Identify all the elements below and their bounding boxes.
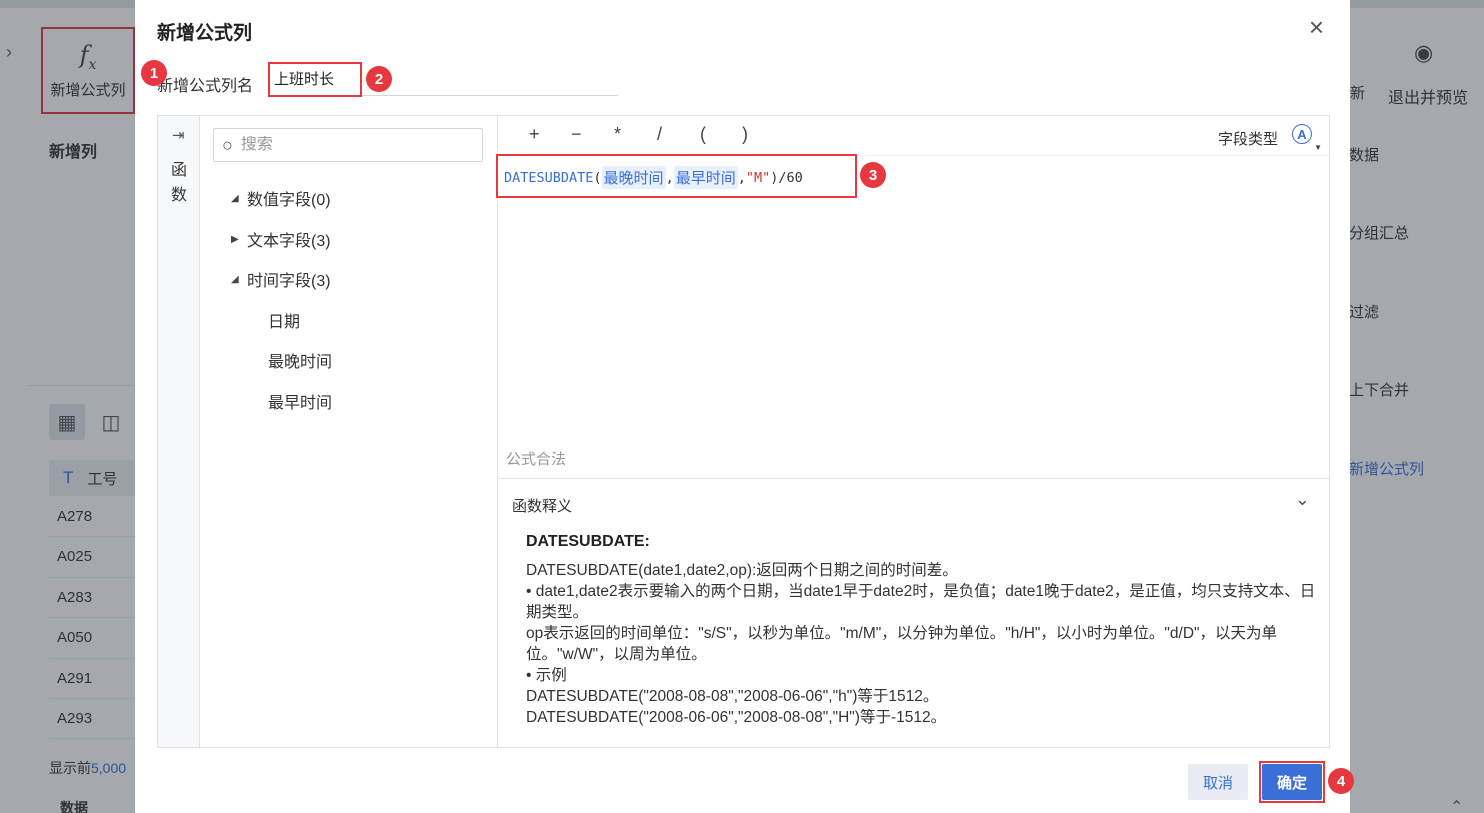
open-paren-button[interactable]: ( bbox=[700, 124, 706, 145]
function-description-title: 函数释义 bbox=[512, 498, 573, 515]
description-line: • 示例 bbox=[526, 667, 567, 684]
tree-node-time-fields[interactable]: ◢ 时间字段(3) bbox=[231, 267, 331, 291]
annotation-badge-1: 1 bbox=[141, 60, 167, 86]
annotation-badge-3: 3 bbox=[860, 162, 886, 188]
field-search-input[interactable] bbox=[240, 136, 461, 154]
formula-tail: /60 bbox=[778, 169, 803, 186]
close-icon[interactable]: × bbox=[1309, 14, 1324, 40]
tree-node-label: 文本字段(3) bbox=[247, 233, 331, 250]
caret-down-icon: ◢ bbox=[231, 192, 239, 204]
caret-down-icon: ◢ bbox=[231, 273, 239, 285]
tree-node-number-fields[interactable]: ◢ 数值字段(0) bbox=[231, 186, 331, 210]
annotation-badge-2: 2 bbox=[366, 66, 392, 92]
add-formula-column-dialog: 新增公式列 × 新增公式列名 ⇥ 函数 ○ ◢ 数值字段(0) ▶ 文本字段(3… bbox=[135, 0, 1350, 813]
formula-field-chip[interactable]: 最早时间 bbox=[673, 166, 738, 189]
field-type-icon[interactable]: A bbox=[1292, 124, 1312, 144]
search-icon: ○ bbox=[222, 134, 233, 155]
caret-down-icon[interactable]: ▼ bbox=[1314, 143, 1322, 152]
formula-field-chip[interactable]: 最晚时间 bbox=[601, 166, 666, 189]
column-name-input[interactable] bbox=[270, 62, 618, 96]
tree-node-text-fields[interactable]: ▶ 文本字段(3) bbox=[231, 227, 331, 251]
expand-arrow-icon[interactable]: ⇥ bbox=[172, 126, 185, 144]
chevron-down-icon[interactable]: ⌄ bbox=[1295, 489, 1310, 510]
operator-bar: + − * / ( ) 字段类型 A ▼ bbox=[498, 116, 1330, 156]
divide-operator-button[interactable]: / bbox=[657, 124, 662, 145]
multiply-operator-button[interactable]: * bbox=[614, 124, 621, 145]
close-paren-button[interactable]: ) bbox=[742, 124, 748, 145]
function-description-body: DATESUBDATE(date1,date2,op):返回两个日期之间的时间差… bbox=[526, 560, 1316, 728]
field-list-pane: ○ ◢ 数值字段(0) ▶ 文本字段(3) ◢ 时间字段(3) 日期 最晚时间 … bbox=[201, 116, 498, 747]
formula-open-paren: ( bbox=[593, 169, 602, 186]
formula-close-paren: ) bbox=[770, 169, 779, 186]
tree-node-label: 数值字段(0) bbox=[247, 192, 331, 209]
cancel-button[interactable]: 取消 bbox=[1188, 764, 1248, 800]
formula-panel: ⇥ 函数 ○ ◢ 数值字段(0) ▶ 文本字段(3) ◢ 时间字段(3) 日期 … bbox=[157, 115, 1330, 748]
field-item-latest-time[interactable]: 最晚时间 bbox=[268, 348, 332, 372]
field-item-date[interactable]: 日期 bbox=[268, 308, 300, 332]
annotation-badge-4: 4 bbox=[1328, 768, 1354, 794]
field-search-box[interactable]: ○ bbox=[213, 128, 483, 162]
plus-operator-button[interactable]: + bbox=[529, 124, 540, 145]
field-item-earliest-time[interactable]: 最早时间 bbox=[268, 389, 332, 413]
dialog-title: 新增公式列 bbox=[157, 23, 253, 44]
caret-right-icon: ▶ bbox=[231, 233, 239, 245]
tree-node-label: 时间字段(3) bbox=[247, 273, 331, 290]
formula-status: 公式合法 bbox=[506, 451, 567, 468]
formula-function: DATESUBDATE bbox=[504, 169, 594, 186]
description-line: DATESUBDATE(date1,date2,op):返回两个日期之间的时间差… bbox=[526, 562, 958, 579]
formula-comma: , bbox=[665, 169, 674, 186]
field-type-label: 字段类型 bbox=[1217, 131, 1278, 148]
function-name: DATESUBDATE: bbox=[526, 533, 650, 550]
formula-string-arg: "M" bbox=[745, 169, 771, 186]
formula-editor-pane: + − * / ( ) 字段类型 A ▼ DATESUBDATE ( 最晚时间 … bbox=[496, 116, 1330, 747]
description-line: op表示返回的时间单位："s/S"，以秒为单位。"m/M"，以分钟为单位。"h/… bbox=[526, 625, 1278, 663]
formula-text-area[interactable]: DATESUBDATE ( 最晚时间 , 最早时间 , "M" ) /60 bbox=[504, 166, 803, 189]
ok-button[interactable]: 确定 bbox=[1262, 764, 1322, 800]
function-tab-label: 函数 bbox=[170, 162, 187, 204]
function-side-tab[interactable]: ⇥ 函数 bbox=[158, 116, 200, 747]
description-line: DATESUBDATE("2008-06-06","2008-08-08","H… bbox=[526, 709, 947, 726]
column-name-label: 新增公式列名 bbox=[157, 78, 254, 95]
minus-operator-button[interactable]: − bbox=[571, 124, 582, 145]
function-description: 函数释义 ⌄ DATESUBDATE: DATESUBDATE(date1,da… bbox=[498, 478, 1330, 747]
formula-comma: , bbox=[737, 169, 746, 186]
description-line: • date1,date2表示要输入的两个日期，当date1早于date2时，是… bbox=[526, 583, 1316, 621]
description-line: DATESUBDATE("2008-08-08","2008-06-06","h… bbox=[526, 688, 939, 705]
